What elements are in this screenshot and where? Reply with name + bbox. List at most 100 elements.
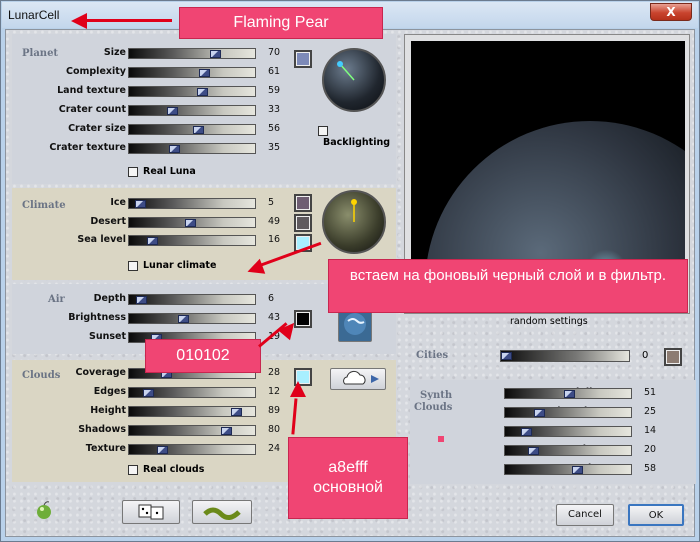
fg-color-arrow-head bbox=[290, 381, 306, 397]
slider-thumb[interactable] bbox=[178, 315, 189, 323]
clouds-value: 12 bbox=[268, 386, 281, 397]
climate-slider[interactable] bbox=[128, 235, 256, 246]
synth-slider[interactable] bbox=[504, 407, 632, 418]
planet-slider[interactable] bbox=[128, 143, 256, 154]
planet-slider[interactable] bbox=[128, 105, 256, 116]
backlighting-checkbox[interactable]: Backlighting bbox=[318, 126, 396, 148]
air-slider[interactable] bbox=[128, 294, 256, 305]
climate-label: Sea level bbox=[77, 234, 126, 245]
air-slider[interactable] bbox=[128, 313, 256, 324]
slider-thumb[interactable] bbox=[501, 352, 512, 360]
wave-button[interactable] bbox=[192, 500, 252, 524]
clouds-value: 89 bbox=[268, 405, 281, 416]
slider-thumb[interactable] bbox=[135, 200, 146, 208]
pear-logo-icon[interactable] bbox=[34, 500, 54, 520]
random-settings-label: random settings bbox=[510, 316, 588, 327]
lunar-climate-label: Lunar climate bbox=[143, 260, 217, 271]
slider-thumb[interactable] bbox=[143, 389, 154, 397]
brand-arrow bbox=[86, 19, 172, 22]
clouds-row: Height 89 bbox=[12, 404, 396, 420]
planet-label: Size bbox=[103, 47, 126, 58]
planet-value: 56 bbox=[268, 123, 281, 134]
synth-row: Viscosity25 bbox=[410, 405, 700, 421]
synth-value: 25 bbox=[644, 406, 657, 417]
slider-thumb[interactable] bbox=[231, 408, 242, 416]
real-luna-label: Real Luna bbox=[143, 166, 196, 177]
synth-value: 14 bbox=[644, 425, 657, 436]
checkbox-box[interactable] bbox=[318, 126, 328, 136]
planet-label: Crater count bbox=[58, 104, 126, 115]
climate-value: 49 bbox=[268, 215, 281, 227]
cloud-play-button[interactable] bbox=[330, 368, 386, 390]
season-dial[interactable] bbox=[322, 190, 386, 254]
slider-thumb[interactable] bbox=[199, 69, 210, 77]
cities-color-swatch[interactable] bbox=[664, 348, 682, 366]
synth-value: 20 bbox=[644, 444, 657, 455]
synth-slider[interactable] bbox=[504, 426, 632, 437]
synth-row: Storm spin58 bbox=[410, 462, 700, 478]
desert-color-swatch[interactable] bbox=[294, 214, 312, 232]
synth-value: 51 bbox=[644, 387, 657, 398]
checkbox-box[interactable] bbox=[128, 464, 138, 475]
lunar-climate-checkbox[interactable]: Lunar climate bbox=[128, 260, 216, 274]
fg-color-label: основной bbox=[313, 479, 383, 496]
ok-button[interactable]: OK bbox=[628, 504, 684, 526]
clouds-label: Coverage bbox=[75, 367, 126, 378]
slider-thumb[interactable] bbox=[136, 296, 147, 304]
fg-color-hex: a8efff bbox=[328, 459, 368, 476]
ice-color-swatch[interactable] bbox=[294, 194, 312, 212]
planet-slider[interactable] bbox=[128, 86, 256, 97]
planet-value: 70 bbox=[268, 47, 281, 58]
cancel-button[interactable]: Cancel bbox=[556, 504, 614, 526]
cities-slider[interactable] bbox=[500, 350, 630, 362]
slider-thumb[interactable] bbox=[572, 466, 583, 474]
synth-slider[interactable] bbox=[504, 464, 632, 475]
air-value: 43 bbox=[268, 312, 281, 323]
climate-label: Desert bbox=[90, 215, 126, 227]
slider-thumb[interactable] bbox=[564, 390, 575, 398]
slider-thumb[interactable] bbox=[528, 447, 539, 455]
climate-slider[interactable] bbox=[128, 216, 256, 228]
planet-slider[interactable] bbox=[128, 48, 256, 59]
synth-value: 58 bbox=[644, 463, 657, 474]
slider-thumb[interactable] bbox=[169, 145, 180, 153]
slider-thumb[interactable] bbox=[521, 428, 532, 436]
random-dice-button[interactable] bbox=[122, 500, 180, 524]
flaming-pear-annotation: Flaming Pear bbox=[179, 7, 383, 39]
climate-slider[interactable] bbox=[128, 198, 256, 209]
clouds-value: 28 bbox=[268, 367, 281, 378]
planet-slider[interactable] bbox=[128, 67, 256, 78]
clouds-slider[interactable] bbox=[128, 425, 256, 436]
preview-earth-button[interactable] bbox=[338, 308, 372, 342]
dial-needle-icon bbox=[351, 199, 357, 222]
dial-needle-icon bbox=[337, 61, 355, 81]
planet-label: Complexity bbox=[65, 66, 126, 77]
slider-thumb[interactable] bbox=[185, 218, 196, 227]
synth-slider[interactable] bbox=[504, 445, 632, 456]
slider-thumb[interactable] bbox=[167, 107, 178, 115]
synth-slider[interactable] bbox=[504, 388, 632, 399]
clouds-label: Texture bbox=[85, 443, 126, 454]
light-direction-dial[interactable] bbox=[322, 48, 386, 112]
window-title: LunarCell bbox=[8, 8, 60, 22]
checkbox-box[interactable] bbox=[128, 260, 138, 271]
clouds-slider[interactable] bbox=[128, 444, 256, 455]
clouds-slider[interactable] bbox=[128, 387, 256, 398]
planet-slider[interactable] bbox=[128, 124, 256, 135]
slider-thumb[interactable] bbox=[157, 446, 168, 454]
slider-thumb[interactable] bbox=[221, 427, 232, 435]
slider-thumb[interactable] bbox=[147, 237, 158, 245]
slider-thumb[interactable] bbox=[534, 409, 545, 417]
bg-color-annotation: 010102 bbox=[145, 339, 261, 373]
synth-clouds-panel: Synth Clouds Coriolis51Viscosity25Storm … bbox=[410, 380, 696, 484]
clouds-slider[interactable] bbox=[128, 406, 256, 417]
air-label: Sunset bbox=[88, 331, 126, 342]
checkbox-box[interactable] bbox=[128, 166, 138, 177]
planet-color-swatch[interactable] bbox=[294, 50, 312, 68]
close-button[interactable]: X bbox=[650, 3, 692, 21]
slider-thumb[interactable] bbox=[193, 126, 204, 134]
slider-thumb[interactable] bbox=[210, 50, 221, 58]
slider-thumb[interactable] bbox=[197, 88, 208, 96]
real-luna-checkbox[interactable]: Real Luna bbox=[128, 166, 196, 180]
real-clouds-checkbox[interactable]: Real clouds bbox=[128, 464, 204, 478]
